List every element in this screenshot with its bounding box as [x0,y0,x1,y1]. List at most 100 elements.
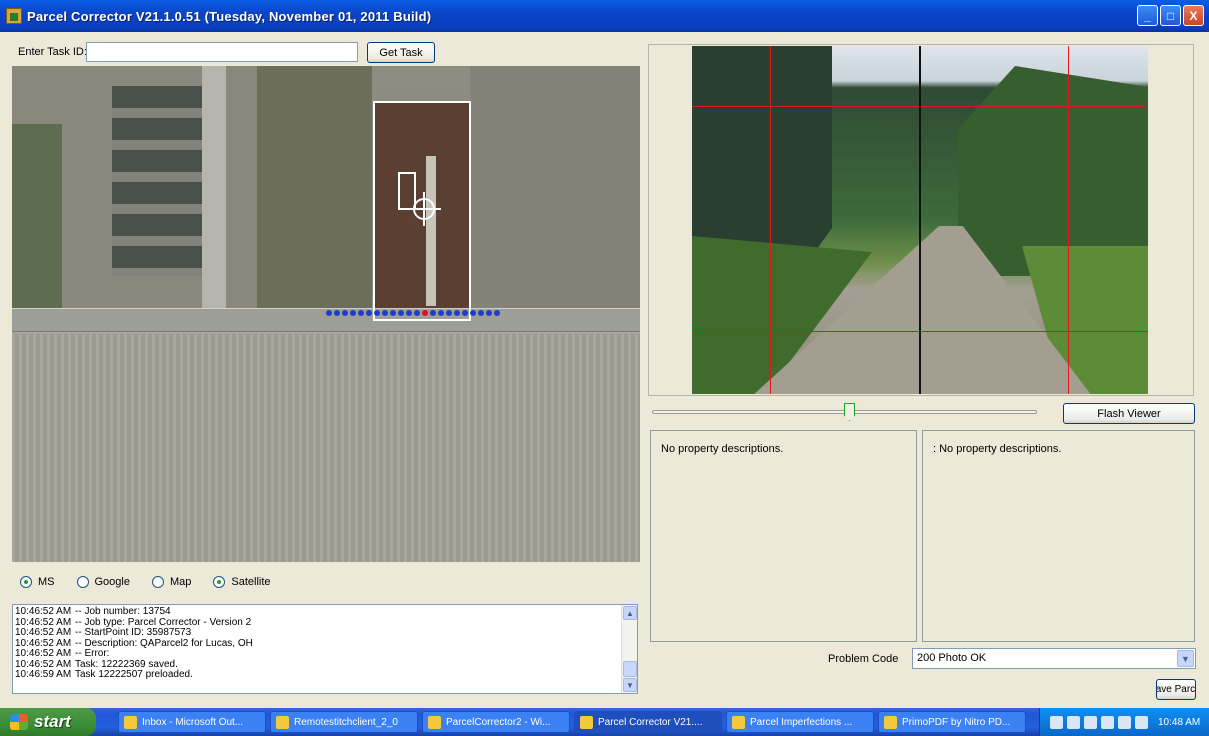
photo-point[interactable] [430,310,436,316]
photo-point[interactable] [486,310,492,316]
log-text: -- Error: [75,648,110,659]
radio-google[interactable]: Google [76,576,130,588]
start-label: start [34,712,71,731]
photo-point[interactable] [478,310,484,316]
property-description-left: No property descriptions. [650,430,917,642]
get-task-button[interactable]: Get Task [367,42,435,63]
map-crop-field [12,334,640,562]
taskbar-item[interactable]: PrimoPDF by Nitro PD... [878,711,1026,733]
taskbar-item-label: ParcelCorrector2 - Wi... [446,716,551,728]
log-line: 10:46:59 AM Task 12222507 preloaded. [15,669,615,681]
log-time: 10:46:59 AM [15,669,72,680]
photo-point[interactable] [470,310,476,316]
scroll-up-icon[interactable]: ▲ [623,606,637,620]
property-description-right: : No property descriptions. [922,430,1195,642]
crosshair-icon[interactable] [407,192,441,226]
log-time: 10:46:52 AM [15,648,72,659]
log-line: 10:46:52 AM -- StartPoint ID: 35987573 [15,627,615,639]
photo-point[interactable] [390,310,396,316]
photo-point[interactable] [326,310,332,316]
tray-icon[interactable] [1101,715,1114,729]
radio-google-circle[interactable] [76,576,89,588]
save-parcel-button[interactable]: Save Parcel [1156,679,1196,700]
taskbar-item[interactable]: Parcel Imperfections ... [726,711,874,733]
taskbar-items: Inbox - Microsoft Out... Remotestitchcli… [118,711,1026,733]
app-icon [428,715,441,729]
taskbar-item-active[interactable]: Parcel Corrector V21.... [574,711,722,733]
photo-grid-line [770,46,771,394]
radio-map[interactable]: Map [151,576,192,588]
photo-point[interactable] [454,310,460,316]
taskbar: start Inbox - Microsoft Out... Remotesti… [0,708,1209,736]
pdf-icon [884,715,897,729]
tray-icon[interactable] [1118,715,1131,729]
satellite-map[interactable] [12,66,640,562]
photo-point[interactable] [382,310,388,316]
radio-map-label: Map [169,576,192,588]
radio-google-label: Google [94,576,130,588]
task-id-label: Enter Task ID: [18,46,87,58]
map-field-area [470,66,640,308]
close-button[interactable]: X [1183,5,1204,26]
tray-icon[interactable] [1135,715,1148,729]
radio-ms[interactable]: MS [20,576,55,588]
photo-point[interactable] [334,310,340,316]
photo-point[interactable] [414,310,420,316]
problem-code-value: 200 Photo OK [917,652,987,664]
outlook-icon [124,715,137,729]
restore-button[interactable]: □ [1160,5,1181,26]
radio-ms-label: MS [38,576,55,588]
photo-center-line [919,46,921,394]
photo-point[interactable] [398,310,404,316]
problem-code-select[interactable]: 200 Photo OK ▼ [912,648,1196,669]
photo-point-selected[interactable] [422,310,428,316]
map-side-road [202,66,226,308]
radio-map-circle[interactable] [151,576,164,588]
tray-icon[interactable] [1067,715,1080,729]
windows-logo-icon [10,714,28,730]
map-source-options: MS Google Map Satellite [20,576,271,588]
log-text: -- StartPoint ID: 35987573 [75,627,192,638]
photo-slider-thumb[interactable] [844,403,855,421]
scroll-down-icon[interactable]: ▼ [623,678,637,692]
street-photo[interactable] [692,46,1148,394]
tray-icon[interactable] [1050,715,1063,729]
photo-point[interactable] [366,310,372,316]
radio-satellite-circle[interactable] [213,576,226,588]
photo-point[interactable] [358,310,364,316]
photo-point[interactable] [342,310,348,316]
log-line: 10:46:52 AM -- Error: [15,648,615,660]
photo-point[interactable] [406,310,412,316]
map-house-row [112,86,202,276]
taskbar-item[interactable]: Remotestitchclient_2_0 [270,711,418,733]
chevron-down-icon[interactable]: ▼ [1177,650,1194,667]
property-description-text: : No property descriptions. [933,443,1062,455]
log-text: Task 12222507 preloaded. [75,669,193,680]
log-time: 10:46:52 AM [15,627,72,638]
radio-satellite[interactable]: Satellite [213,576,271,588]
photo-point[interactable] [350,310,356,316]
log-text: -- Job number: 13754 [75,606,171,617]
flash-viewer-button[interactable]: Flash Viewer [1063,403,1195,424]
scroll-thumb[interactable] [623,661,637,677]
photo-point[interactable] [374,310,380,316]
photo-points [326,310,500,316]
log-lines: 10:46:52 AM -- Job number: 13754 10:46:52… [15,606,615,681]
minimize-button[interactable]: _ [1137,5,1158,26]
tray-icon[interactable] [1084,715,1097,729]
taskbar-item[interactable]: ParcelCorrector2 - Wi... [422,711,570,733]
photo-trees [958,66,1148,276]
task-id-input[interactable] [86,42,358,62]
photo-point[interactable] [462,310,468,316]
log-scrollbar[interactable]: ▲ ▼ [621,605,637,693]
photo-point[interactable] [446,310,452,316]
taskbar-item[interactable]: Inbox - Microsoft Out... [118,711,266,733]
log-time: 10:46:52 AM [15,606,72,617]
photo-point[interactable] [494,310,500,316]
start-button[interactable]: start [0,708,96,736]
photo-grid-line [1068,46,1069,394]
app-icon [580,715,593,729]
photo-point[interactable] [438,310,444,316]
log-panel[interactable]: 10:46:52 AM -- Job number: 13754 10:46:52… [12,604,638,694]
radio-ms-circle[interactable] [20,576,32,588]
